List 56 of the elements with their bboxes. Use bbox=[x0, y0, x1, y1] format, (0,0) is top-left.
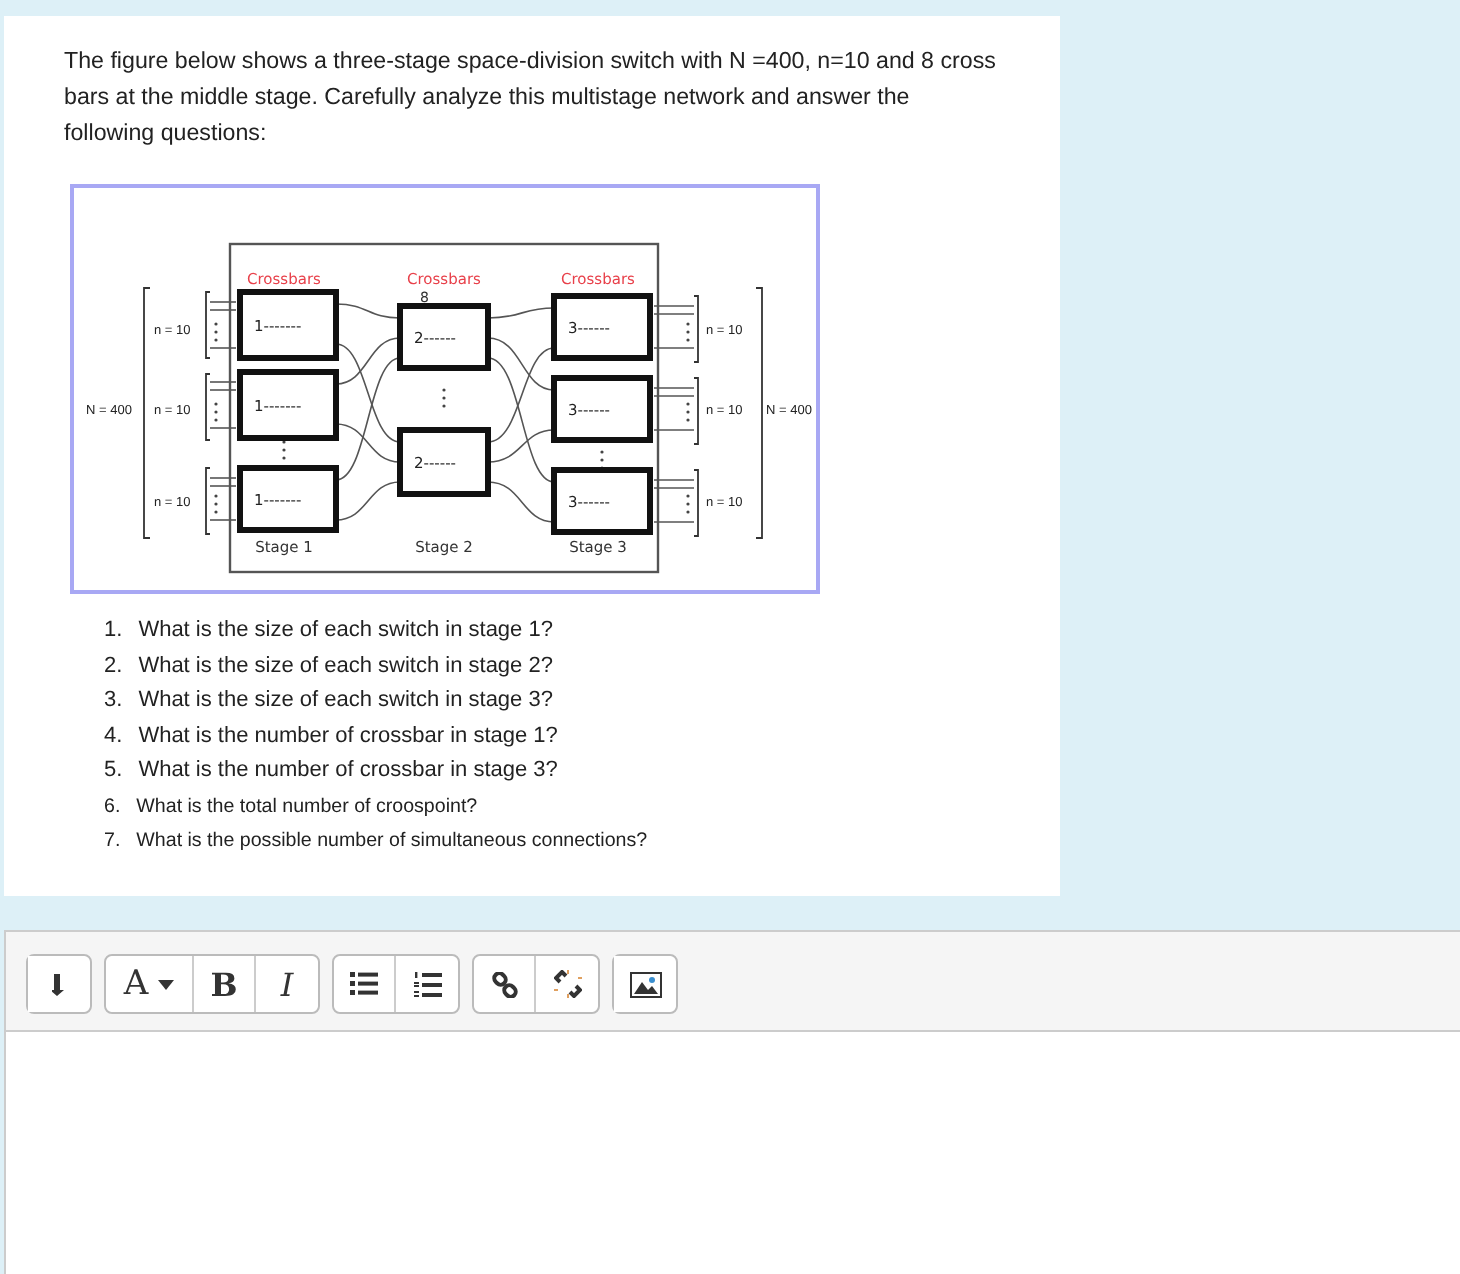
question-item: What is the size of each switch in stage 2? bbox=[138, 651, 553, 681]
wire bbox=[653, 479, 695, 481]
question-text: The figure below shows a three-stage space-division switch with N =400, n=10 and 8 cross bars at the middle stage. Carefully analyze this multistage network and answer the following questions: bbox=[64, 46, 998, 150]
wire bbox=[653, 313, 695, 315]
arrow-down-icon bbox=[51, 972, 67, 996]
question-item: What is the number of crossbar in stage 3? bbox=[138, 756, 558, 786]
question-item: What is the size of each switch in stage 1? bbox=[138, 616, 553, 646]
wire bbox=[653, 305, 695, 307]
wire bbox=[209, 381, 237, 383]
item-number: 1. bbox=[104, 616, 123, 646]
wire bbox=[209, 301, 237, 303]
wire bbox=[209, 519, 237, 521]
crossbar-switch-block bbox=[397, 427, 491, 497]
wire bbox=[653, 487, 695, 489]
wire bbox=[335, 303, 401, 319]
item-number: 4. bbox=[104, 721, 123, 751]
item-number: 3. bbox=[104, 686, 123, 716]
crossbar-switch-block bbox=[397, 303, 491, 371]
numbered-list-icon bbox=[413, 971, 441, 997]
wire bbox=[653, 387, 695, 389]
crossbar-switch-block bbox=[237, 369, 339, 441]
item-number: 2. bbox=[104, 651, 123, 681]
item-number: 5. bbox=[104, 756, 123, 786]
wire bbox=[209, 347, 237, 349]
bullet-list-icon bbox=[350, 972, 378, 996]
crossbar-switch-block bbox=[551, 467, 653, 535]
item-number: 7. bbox=[104, 827, 121, 855]
image-icon bbox=[629, 971, 661, 997]
font-color-button[interactable]: A bbox=[106, 956, 194, 1012]
unlink-icon bbox=[553, 970, 581, 998]
crossbar-switch-block bbox=[237, 289, 339, 361]
wire bbox=[653, 429, 695, 431]
question-item: What is the possible number of simultaneous connections? bbox=[136, 827, 648, 855]
collapse-button[interactable] bbox=[28, 956, 90, 1012]
question-item: What is the total number of croospoint? bbox=[136, 793, 478, 821]
answer-editor[interactable]: A B I bbox=[4, 930, 1460, 1274]
link-icon bbox=[491, 971, 517, 997]
wire bbox=[209, 477, 237, 479]
question-item: What is the number of crossbar in stage 1? bbox=[138, 721, 558, 751]
item-number: 6. bbox=[104, 793, 121, 821]
wire bbox=[209, 309, 237, 311]
crossbar-switch-block bbox=[237, 465, 339, 533]
caret-icon bbox=[158, 979, 175, 989]
link-button[interactable] bbox=[474, 956, 536, 1012]
wire bbox=[653, 347, 695, 349]
wire bbox=[209, 485, 237, 487]
crossbar-switch-block bbox=[551, 293, 653, 361]
wire bbox=[653, 395, 695, 397]
crossbar-switch-block bbox=[551, 375, 653, 443]
wire bbox=[653, 521, 695, 523]
image-button[interactable] bbox=[614, 956, 676, 1012]
question-item: What is the size of each switch in stage 3? bbox=[138, 686, 553, 716]
wire bbox=[209, 427, 237, 429]
wire bbox=[209, 389, 237, 391]
bullets-button[interactable] bbox=[334, 956, 396, 1012]
wire bbox=[487, 307, 555, 319]
